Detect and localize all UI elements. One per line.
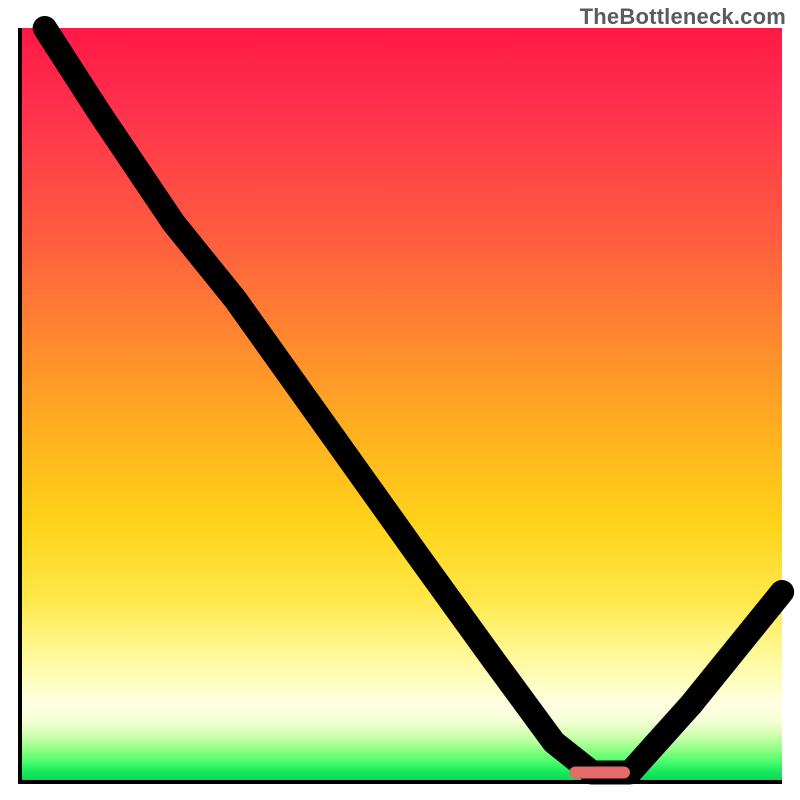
curve-layer [22,28,782,780]
bottleneck-curve [45,28,782,772]
watermark-text: TheBottleneck.com [580,4,786,30]
plot-area [18,28,782,784]
chart-container: TheBottleneck.com [0,0,800,800]
optimum-marker [569,766,630,778]
